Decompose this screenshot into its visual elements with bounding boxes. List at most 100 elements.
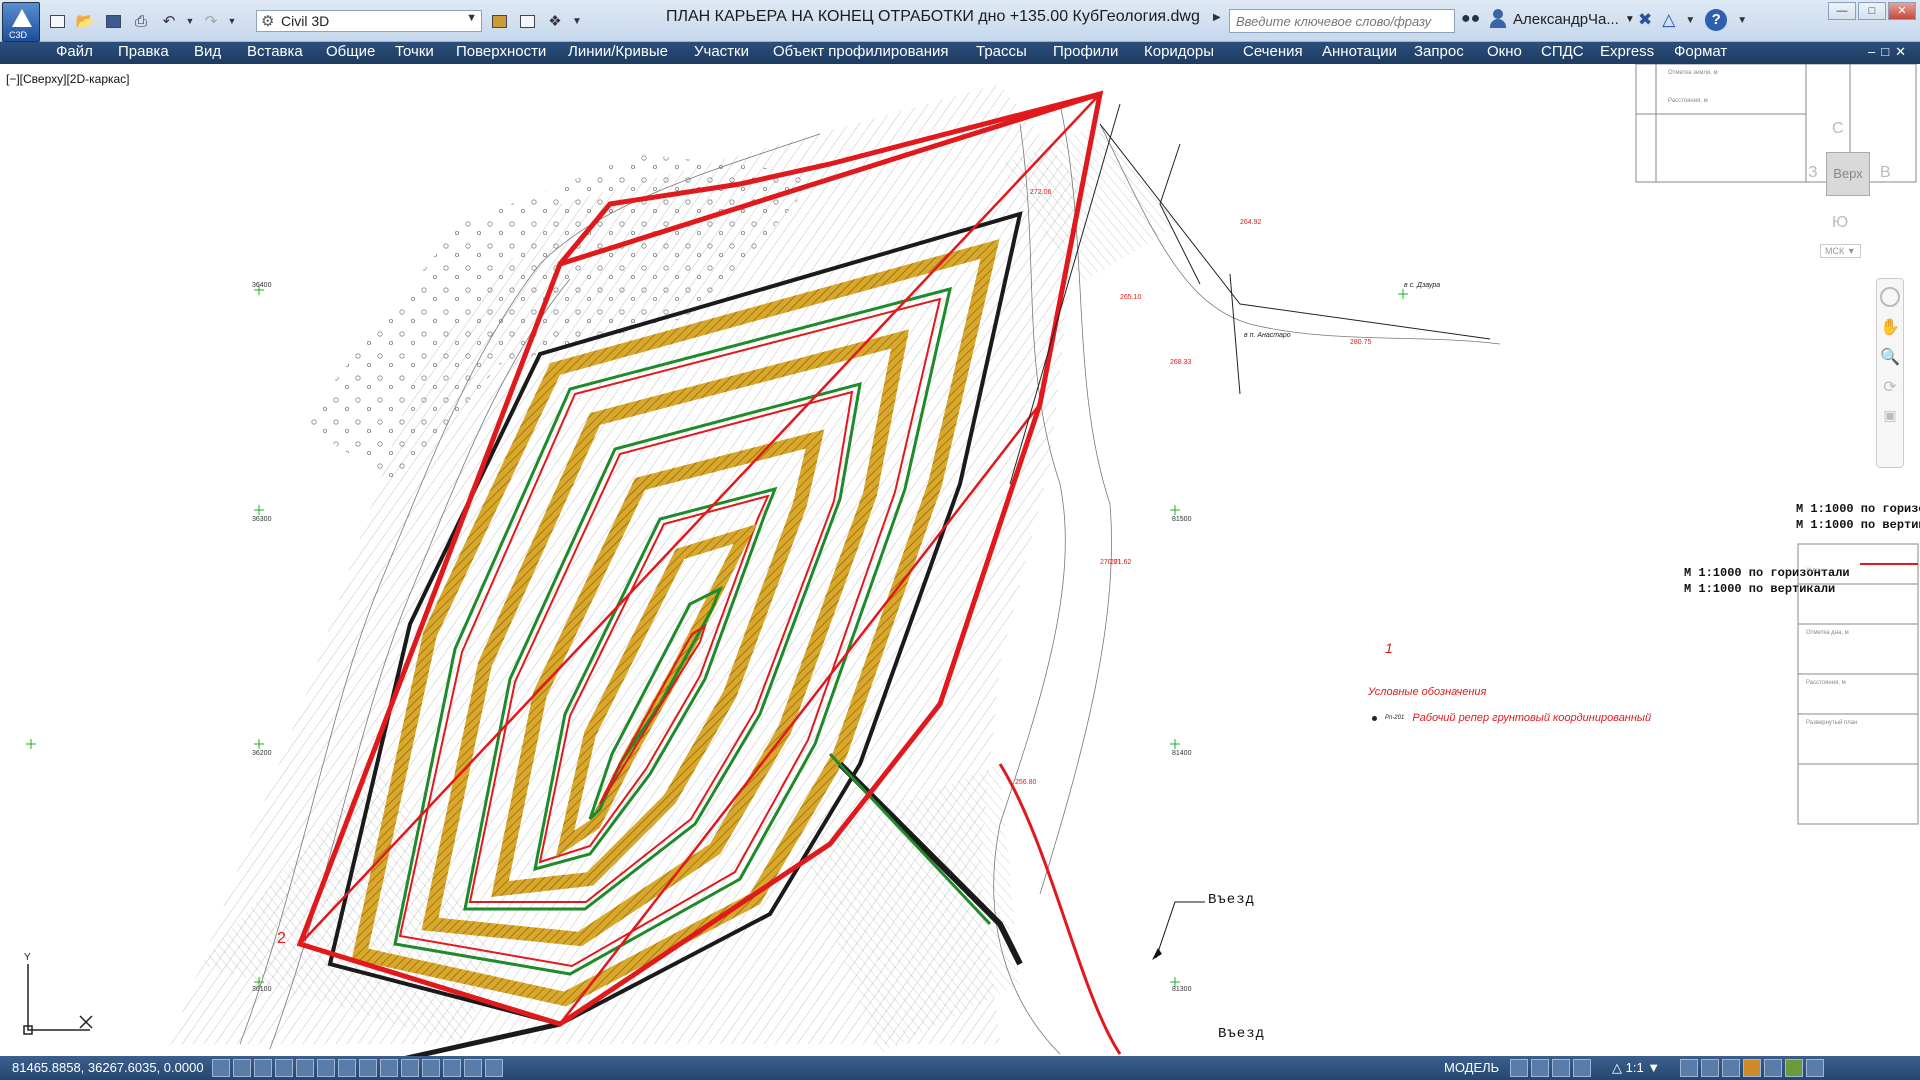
annotation-scale[interactable]: △ 1:1 ▼ [1612, 1060, 1660, 1076]
viewcube-west[interactable]: З [1808, 164, 1818, 182]
menu-lines-curves[interactable]: Линии/Кривые [568, 43, 668, 60]
minimize-button[interactable]: — [1828, 2, 1856, 20]
lock-ui-icon[interactable] [1722, 1059, 1740, 1077]
clean-screen-icon[interactable] [1806, 1059, 1824, 1077]
pan-icon[interactable]: ✋ [1877, 317, 1903, 337]
menu-file[interactable]: Файл [56, 43, 93, 60]
open-file-icon[interactable]: 📂 [72, 10, 98, 32]
menu-annotations[interactable]: Аннотации [1322, 43, 1397, 60]
search-input[interactable]: Введите ключевое слово/фразу [1229, 9, 1455, 33]
application-menu-button[interactable]: C3D [2, 2, 40, 42]
quick-access-toolbar: 📂 ⎙ ↶ ▼ ↷ ▼ [44, 10, 238, 32]
menu-alignments[interactable]: Трассы [976, 43, 1027, 60]
showmotion-icon[interactable]: ▣ [1877, 407, 1903, 424]
quick-properties-icon[interactable] [464, 1059, 482, 1077]
dynamic-ucs-icon[interactable] [380, 1059, 398, 1077]
snap-mode-icon[interactable] [233, 1059, 251, 1077]
menu-surfaces[interactable]: Поверхности [456, 43, 546, 60]
infer-constraints-icon[interactable] [212, 1059, 230, 1077]
dynamic-input-icon[interactable] [401, 1059, 419, 1077]
viewcube-top-face[interactable]: Верх [1826, 152, 1870, 196]
steering-wheel-icon[interactable] [1880, 287, 1900, 307]
polar-tracking-icon[interactable] [296, 1059, 314, 1077]
ucs-label: МСК [1825, 246, 1845, 256]
selection-cycling-icon[interactable] [485, 1059, 503, 1077]
model-space-button[interactable]: МОДЕЛЬ [1444, 1060, 1499, 1075]
close-button[interactable]: ✕ [1888, 2, 1916, 20]
title-block-cell-5: Расстояния, м [1806, 680, 1846, 686]
menu-express[interactable]: Express [1600, 43, 1654, 60]
undo-icon[interactable]: ↶ [156, 10, 182, 32]
viewcube[interactable]: С З Верх В Ю МСК ▼ [1800, 104, 1910, 284]
object-snap-tracking-icon[interactable] [359, 1059, 377, 1077]
gear-icon: ⚙ [261, 13, 275, 30]
3d-osnap-icon[interactable] [338, 1059, 356, 1077]
document-window-controls[interactable]: –□✕ [1868, 44, 1912, 60]
new-file-icon[interactable] [44, 10, 70, 32]
menu-points[interactable]: Точки [395, 43, 434, 60]
hardware-acceleration-icon[interactable] [1743, 1059, 1761, 1077]
logo-label: C3D [9, 30, 28, 40]
workspace-select[interactable]: ⚙ Civil 3D ▼ [256, 10, 482, 32]
menu-view[interactable]: Вид [194, 43, 221, 60]
drawing-svg: 265.10268.33 271.62256.80 280.75264.92 2… [23, 64, 1919, 1056]
object-snap-icon[interactable] [317, 1059, 335, 1077]
menu-insert[interactable]: Вставка [247, 43, 303, 60]
geolocation-icon[interactable] [1785, 1059, 1803, 1077]
ucs-menu[interactable]: МСК ▼ [1820, 244, 1861, 258]
grid-label-36100: 36100 [252, 986, 272, 993]
quick-view-drawings-icon[interactable] [1531, 1059, 1549, 1077]
print-icon[interactable]: ⎙ [128, 10, 154, 32]
menu-profiles[interactable]: Профили [1053, 43, 1118, 60]
viewcube-south[interactable]: Ю [1832, 214, 1848, 232]
annotation-scale-value: 1:1 [1625, 1060, 1644, 1075]
viewcube-north[interactable]: С [1832, 120, 1844, 138]
help-icon[interactable]: ? [1705, 9, 1728, 31]
annotation-visibility-icon[interactable] [1680, 1059, 1698, 1077]
lineweight-icon[interactable] [422, 1059, 440, 1077]
window-controls: — □ ✕ [1828, 2, 1916, 20]
exchange-icon[interactable]: ✖ [1638, 10, 1652, 30]
menu-general[interactable]: Общие [326, 43, 375, 60]
scale-vertical-1: М 1:1000 по вертикали [1796, 518, 1920, 532]
drawing-canvas[interactable]: [−][Сверху][2D-каркас] 265.10 268.33 271… [0, 64, 1920, 1056]
qat-customize-icon[interactable]: ▼ [570, 10, 584, 32]
redo-dropdown-icon[interactable]: ▼ [226, 10, 238, 32]
pan-status-icon[interactable] [1552, 1059, 1570, 1077]
user-account[interactable]: АлександрЧа... ▼ [1489, 9, 1635, 29]
zoom-status-icon[interactable] [1573, 1059, 1591, 1077]
menu-grading[interactable]: Объект профилирования [773, 43, 949, 60]
transparency-icon[interactable] [443, 1059, 461, 1077]
search-expand-icon[interactable]: ▶ [1213, 12, 1221, 23]
menu-parcels[interactable]: Участки [694, 43, 749, 60]
undo-dropdown-icon[interactable]: ▼ [184, 10, 196, 32]
menu-spds[interactable]: СПДС [1541, 43, 1584, 60]
maximize-button[interactable]: □ [1858, 2, 1886, 20]
layer-properties-icon[interactable] [486, 10, 512, 32]
redo-icon[interactable]: ↷ [198, 10, 224, 32]
workspace-switching-icon[interactable] [1701, 1059, 1719, 1077]
quick-view-layouts-icon[interactable] [1510, 1059, 1528, 1077]
orbit-icon[interactable]: ⟳ [1877, 377, 1903, 397]
menu-corridors[interactable]: Коридоры [1144, 43, 1214, 60]
document-title: ПЛАН КАРЬЕРА НА КОНЕЦ ОТРАБОТКИ дно +135… [666, 8, 1200, 25]
grid-display-icon[interactable] [254, 1059, 272, 1077]
viewcube-east[interactable]: В [1880, 164, 1891, 182]
navigation-bar: ✋ 🔍 ⟳ ▣ [1876, 278, 1904, 468]
ortho-mode-icon[interactable] [275, 1059, 293, 1077]
binoculars-icon[interactable]: ●● [1461, 10, 1480, 28]
title-block-cell-3: Уклон [1806, 568, 1823, 574]
menu-sections[interactable]: Сечения [1243, 43, 1303, 60]
cursor-coordinates[interactable]: 81465.8858, 36267.6035, 0.0000 [12, 1060, 204, 1075]
zoom-icon[interactable]: 🔍 [1877, 347, 1903, 367]
autodesk-a360-icon[interactable]: △ [1662, 10, 1675, 30]
menu-window[interactable]: Окно [1487, 43, 1522, 60]
isolate-objects-icon[interactable] [1764, 1059, 1782, 1077]
match-properties-icon[interactable] [514, 10, 540, 32]
menu-inquiry[interactable]: Запрос [1414, 43, 1464, 60]
ucs-icon: Y [23, 952, 93, 1035]
menu-edit[interactable]: Правка [118, 43, 169, 60]
save-icon[interactable] [100, 10, 126, 32]
properties-icon[interactable]: ❖ [542, 10, 568, 32]
menu-format[interactable]: Формат [1674, 43, 1727, 60]
